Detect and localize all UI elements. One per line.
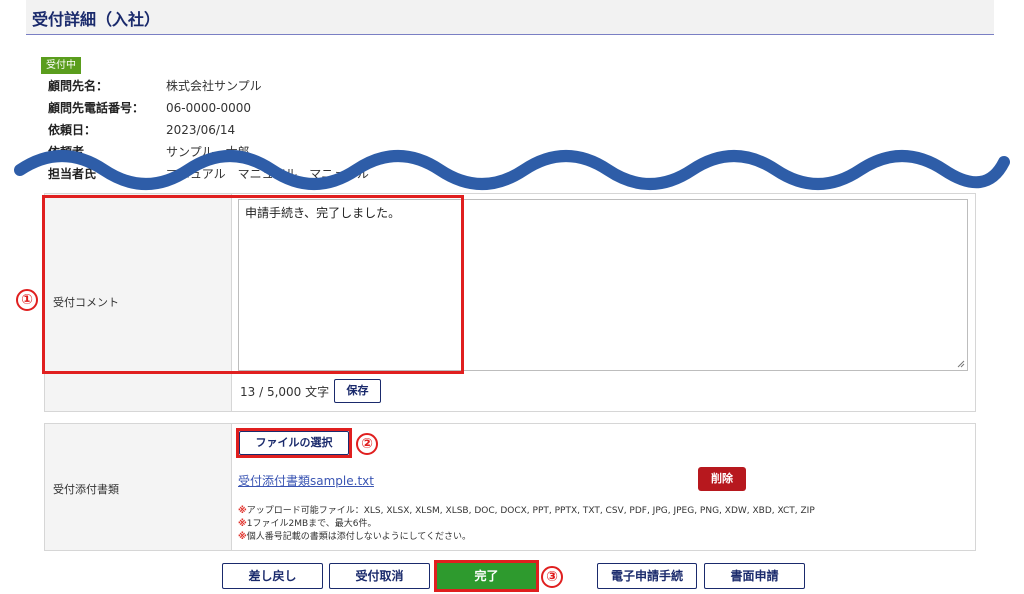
upload-note: ※個人番号記載の書類は添付しないようにしてください。 (238, 529, 471, 542)
callout-2: ② (356, 433, 378, 455)
note-mark: ※ (238, 506, 247, 516)
delete-file-button[interactable]: 削除 (698, 467, 746, 491)
complete-button[interactable]: 完了 (437, 563, 536, 589)
callout-1: ① (16, 289, 38, 311)
omission-wave (0, 140, 1024, 200)
attachment-section: 受付添付書類 (44, 423, 976, 551)
attached-file-link[interactable]: 受付添付書類sample.txt (238, 472, 374, 489)
note-mark: ※ (238, 519, 247, 529)
attachment-label-cell: 受付添付書類 (45, 424, 232, 550)
attachment-label: 受付添付書類 (53, 483, 119, 496)
e-application-button[interactable]: 電子申請手続 (597, 563, 697, 589)
comment-textarea[interactable]: 申請手続き、完了しました。 (238, 199, 968, 371)
return-button[interactable]: 差し戻し (222, 563, 323, 589)
upload-note: ※アップロード可能ファイル：XLS, XLSX, XLSM, XLSB, DOC… (238, 503, 815, 516)
status-badge: 受付中 (41, 57, 81, 74)
resize-grip-icon[interactable] (957, 360, 965, 368)
page-title: 受付詳細（入社） (32, 10, 161, 29)
cancel-receipt-button[interactable]: 受付取消 (329, 563, 430, 589)
info-label: 顧問先電話番号： (48, 101, 145, 115)
info-value: 株式会社サンプル (166, 79, 262, 93)
comment-text: 申請手続き、完了しました。 (245, 206, 401, 220)
info-value: 06-0000-0000 (166, 101, 252, 115)
comment-label-cell: 受付コメント (45, 194, 232, 411)
callout-3: ③ (541, 566, 563, 588)
info-value: 2023/06/14 (166, 123, 236, 137)
upload-note: ※1ファイル2MBまで、最大6件。 (238, 516, 377, 529)
page-header: 受付詳細（入社） (26, 0, 994, 35)
note-mark: ※ (238, 532, 247, 542)
info-label: 依頼日： (48, 123, 97, 137)
info-label: 顧問先名： (48, 79, 109, 93)
comment-label: 受付コメント (53, 296, 119, 309)
paper-application-button[interactable]: 書面申請 (704, 563, 805, 589)
choose-file-button[interactable]: ファイルの選択 (239, 431, 349, 455)
note-text: アップロード可能ファイル：XLS, XLSX, XLSM, XLSB, DOC,… (246, 506, 815, 516)
note-text: 個人番号記載の書類は添付しないようにしてください。 (246, 532, 472, 542)
save-button[interactable]: 保存 (334, 379, 381, 403)
note-text: 1ファイル2MBまで、最大6件。 (246, 519, 377, 529)
char-count: 13 / 5,000 文字 (240, 385, 330, 399)
